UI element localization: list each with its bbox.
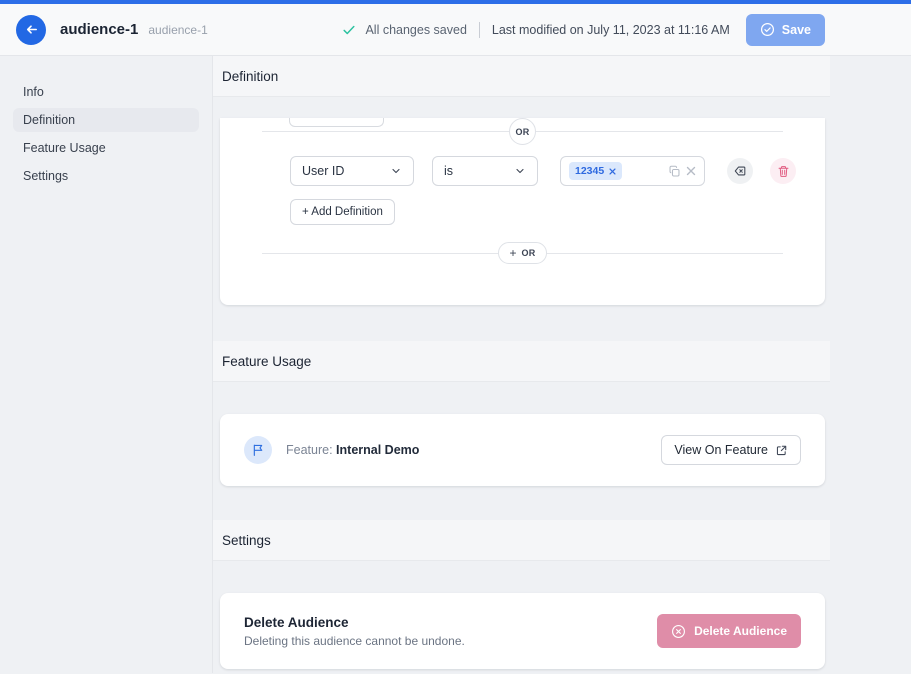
sidebar-item-definition[interactable]: Definition bbox=[13, 108, 199, 132]
delete-audience-button[interactable]: Delete Audience bbox=[657, 614, 801, 648]
add-or-button-label: OR bbox=[521, 248, 535, 258]
settings-section-title: Settings bbox=[222, 533, 271, 548]
check-icon bbox=[342, 23, 356, 37]
delete-row-button[interactable] bbox=[770, 158, 796, 184]
save-button[interactable]: Save bbox=[746, 14, 825, 46]
chip-remove-icon[interactable] bbox=[609, 168, 616, 175]
or-badge: OR bbox=[509, 118, 536, 145]
add-definition-button[interactable]: + Add Definition bbox=[290, 199, 395, 225]
app-header: audience-1 audience-1 All changes saved … bbox=[0, 4, 911, 56]
feature-prefix: Feature: bbox=[286, 443, 333, 457]
sidebar-item-feature-usage[interactable]: Feature Usage bbox=[13, 136, 199, 160]
plus-icon: + bbox=[509, 246, 516, 260]
feature-label: Feature: Internal Demo bbox=[286, 443, 419, 457]
delete-audience-text: Delete Audience Deleting this audience c… bbox=[244, 615, 465, 648]
view-on-feature-label: View On Feature bbox=[674, 443, 768, 457]
last-modified-text: Last modified on July 11, 2023 at 11:16 … bbox=[492, 23, 730, 37]
clear-row-button[interactable] bbox=[727, 158, 753, 184]
definition-card: OR User ID is 1234 bbox=[220, 118, 825, 305]
add-or-separator: + OR bbox=[262, 242, 783, 264]
chevron-down-icon bbox=[514, 165, 526, 177]
main-content: Definition OR User ID is bbox=[213, 56, 830, 673]
chevron-down-icon bbox=[390, 165, 402, 177]
definition-section-title: Definition bbox=[222, 69, 278, 84]
flag-icon bbox=[244, 436, 272, 464]
operator-select-value: is bbox=[444, 164, 453, 178]
clear-input-icon[interactable] bbox=[686, 166, 696, 176]
sidebar-item-settings[interactable]: Settings bbox=[13, 164, 199, 188]
sidebar-item-info[interactable]: Info bbox=[13, 80, 199, 104]
add-or-button[interactable]: + OR bbox=[498, 242, 546, 264]
external-link-icon bbox=[775, 444, 788, 457]
save-button-label: Save bbox=[782, 23, 811, 37]
back-button[interactable] bbox=[16, 15, 46, 45]
delete-audience-card: Delete Audience Deleting this audience c… bbox=[220, 593, 825, 669]
status-text: All changes saved bbox=[365, 23, 466, 37]
copy-icon[interactable] bbox=[668, 165, 681, 178]
page-subtitle: audience-1 bbox=[148, 23, 207, 37]
page-title: audience-1 bbox=[60, 21, 138, 38]
delete-audience-description: Deleting this audience cannot be undone. bbox=[244, 634, 465, 648]
field-select[interactable]: User ID bbox=[290, 156, 414, 186]
value-chip-label: 12345 bbox=[575, 165, 604, 177]
delete-audience-title: Delete Audience bbox=[244, 615, 465, 630]
feature-usage-section-header: Feature Usage bbox=[213, 341, 830, 382]
field-select-value: User ID bbox=[302, 164, 344, 178]
divider-line bbox=[262, 253, 498, 254]
operator-select[interactable]: is bbox=[432, 156, 538, 186]
feature-name: Internal Demo bbox=[336, 443, 419, 457]
arrow-left-icon bbox=[24, 22, 39, 37]
feature-usage-card: Feature: Internal Demo View On Feature bbox=[220, 414, 825, 486]
delete-audience-button-label: Delete Audience bbox=[694, 624, 787, 638]
backspace-icon bbox=[733, 164, 747, 178]
view-on-feature-button[interactable]: View On Feature bbox=[661, 435, 801, 465]
check-circle-icon bbox=[760, 22, 775, 37]
settings-section-header: Settings bbox=[213, 520, 830, 561]
value-chip: 12345 bbox=[569, 162, 622, 180]
value-tag-input[interactable]: 12345 bbox=[560, 156, 705, 186]
definition-rule-row: User ID is 12345 bbox=[290, 156, 825, 186]
divider-line bbox=[262, 131, 509, 132]
header-divider bbox=[479, 22, 480, 38]
feature-usage-section-title: Feature Usage bbox=[222, 354, 311, 369]
divider-line bbox=[536, 131, 783, 132]
definition-section-header: Definition bbox=[213, 56, 830, 97]
clipped-add-definition-button[interactable] bbox=[289, 118, 384, 127]
x-circle-icon bbox=[671, 624, 686, 639]
sidebar: Info Definition Feature Usage Settings bbox=[0, 56, 213, 673]
divider-line bbox=[547, 253, 783, 254]
trash-icon bbox=[777, 165, 790, 178]
